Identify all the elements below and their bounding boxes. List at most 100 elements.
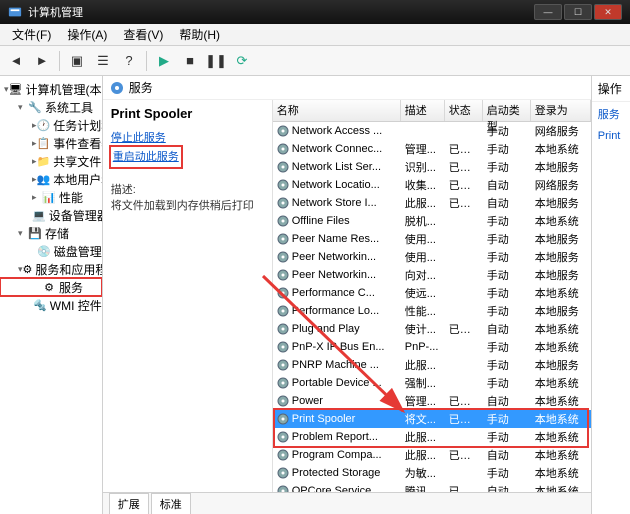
tree-system-tools[interactable]: ▾🔧系统工具: [0, 98, 102, 116]
service-name: Program Compa...: [292, 449, 382, 461]
arrow-left-icon: ◄: [10, 53, 23, 68]
service-startup: 手动: [483, 357, 531, 373]
service-row[interactable]: Network Connec...管理...已启动手动本地系统: [273, 140, 591, 158]
actions-print[interactable]: Print: [592, 126, 630, 146]
service-row[interactable]: PNRP Machine ...此服...手动本地服务: [273, 356, 591, 374]
service-desc: 脱机...: [401, 213, 445, 229]
service-row[interactable]: Performance C...使远...手动本地系统: [273, 284, 591, 302]
gear-icon: [277, 287, 289, 299]
minimize-button[interactable]: —: [534, 4, 562, 20]
desc-label: 描述:: [111, 181, 264, 197]
restart-icon: ⟳: [237, 53, 248, 69]
stop-service-link[interactable]: 停止此服务: [111, 129, 264, 145]
gear-icon: [277, 431, 289, 443]
service-row[interactable]: Plug and Play使计...已启动自动本地系统: [273, 320, 591, 338]
close-button[interactable]: ✕: [594, 4, 622, 20]
service-name: QPCore Service: [292, 485, 371, 492]
pause-button[interactable]: ❚❚: [204, 49, 228, 73]
service-name: Network Access ...: [292, 125, 382, 137]
tree-services[interactable]: ⚙服务: [0, 278, 102, 296]
service-row[interactable]: Peer Networkin...使用...手动本地服务: [273, 248, 591, 266]
menu-help[interactable]: 帮助(H): [171, 26, 228, 43]
menu-view[interactable]: 查看(V): [115, 26, 171, 43]
service-row[interactable]: Print Spooler将文...已启动手动本地系统: [273, 410, 591, 428]
tree-device-manager[interactable]: 💻设备管理器: [0, 206, 102, 224]
service-desc: 此服...: [401, 429, 445, 445]
service-logon: 本地系统: [531, 339, 591, 355]
service-row[interactable]: Power管理...已启动自动本地系统: [273, 392, 591, 410]
gear-icon: [277, 485, 289, 492]
service-logon: 本地系统: [531, 393, 591, 409]
restart-button[interactable]: ⟳: [230, 49, 254, 73]
tree-shared-folders[interactable]: ▸📁共享文件夹: [0, 152, 102, 170]
actions-services[interactable]: 服务: [592, 102, 630, 126]
selected-service-name: Print Spooler: [111, 106, 264, 121]
list-header[interactable]: 名称 描述 状态 启动类型 登录为: [273, 100, 591, 122]
col-logon[interactable]: 登录为: [531, 100, 591, 121]
service-row[interactable]: Problem Report...此服...手动本地系统: [273, 428, 591, 446]
tree-root[interactable]: ▾🖥计算机管理(本地): [0, 80, 102, 98]
tree-task-scheduler[interactable]: ▸🕐任务计划程序: [0, 116, 102, 134]
service-row[interactable]: Network Store I...此服...已启动自动本地服务: [273, 194, 591, 212]
tree-local-users[interactable]: ▸👥本地用户和组: [0, 170, 102, 188]
properties-button[interactable]: ☰: [91, 49, 115, 73]
service-row[interactable]: Network Locatio...收集...已启动自动网络服务: [273, 176, 591, 194]
restart-service-link[interactable]: 重启动此服务: [113, 148, 179, 164]
service-logon: 本地系统: [531, 483, 591, 492]
stop-button[interactable]: ■: [178, 49, 202, 73]
menu-action[interactable]: 操作(A): [59, 26, 115, 43]
service-row[interactable]: Program Compa...此服...已启动自动本地系统: [273, 446, 591, 464]
service-row[interactable]: Network List Ser...识别...已启动手动本地服务: [273, 158, 591, 176]
maximize-button[interactable]: ☐: [564, 4, 592, 20]
folder-icon: 📁: [37, 154, 51, 168]
service-logon: 本地服务: [531, 195, 591, 211]
col-status[interactable]: 状态: [445, 100, 483, 121]
play-button[interactable]: ▶: [152, 49, 176, 73]
refresh-button[interactable]: ?: [117, 49, 141, 73]
play-icon: ▶: [159, 53, 169, 69]
service-row[interactable]: Network Access ...手动网络服务: [273, 122, 591, 140]
tree-wmi[interactable]: 🔩WMI 控件: [0, 296, 102, 314]
service-row[interactable]: Offline Files脱机...手动本地系统: [273, 212, 591, 230]
service-name: Peer Name Res...: [292, 233, 379, 245]
services-list[interactable]: 名称 描述 状态 启动类型 登录为 Network Access ...手动网络…: [273, 100, 591, 492]
service-row[interactable]: Portable Device ...强制...手动本地系统: [273, 374, 591, 392]
back-button[interactable]: ◄: [4, 49, 28, 73]
tree-services-apps[interactable]: ▾⚙服务和应用程序: [0, 260, 102, 278]
tree-storage[interactable]: ▾💾存储: [0, 224, 102, 242]
service-startup: 手动: [483, 213, 531, 229]
col-name[interactable]: 名称: [273, 100, 401, 121]
tools-icon: 🔧: [28, 100, 42, 114]
service-row[interactable]: Peer Name Res...使用...手动本地服务: [273, 230, 591, 248]
gear-icon: [277, 233, 289, 245]
service-logon: 本地系统: [531, 213, 591, 229]
service-startup: 自动: [483, 321, 531, 337]
service-logon: 本地服务: [531, 159, 591, 175]
service-desc: 性能...: [401, 303, 445, 319]
service-row[interactable]: Peer Networkin...向对...手动本地服务: [273, 266, 591, 284]
app-icon: [8, 5, 22, 19]
service-startup: 手动: [483, 375, 531, 391]
up-button[interactable]: ▣: [65, 49, 89, 73]
menu-file[interactable]: 文件(F): [4, 26, 59, 43]
service-desc: 此服...: [401, 195, 445, 211]
tab-extended[interactable]: 扩展: [109, 493, 149, 514]
center-header: 服务: [103, 76, 591, 100]
forward-button[interactable]: ►: [30, 49, 54, 73]
service-name: Problem Report...: [292, 431, 378, 443]
tree-event-viewer[interactable]: ▸📋事件查看器: [0, 134, 102, 152]
service-logon: 网络服务: [531, 123, 591, 139]
col-desc[interactable]: 描述: [401, 100, 445, 121]
service-startup: 手动: [483, 339, 531, 355]
service-row[interactable]: QPCore Service腾讯...已启动自动本地系统: [273, 482, 591, 492]
service-startup: 手动: [483, 159, 531, 175]
tree-disk-mgmt[interactable]: 💿磁盘管理: [0, 242, 102, 260]
service-row[interactable]: Protected Storage为敏...手动本地系统: [273, 464, 591, 482]
service-row[interactable]: PnP-X IP Bus En...PnP-...手动本地系统: [273, 338, 591, 356]
tree-performance[interactable]: ▸📊性能: [0, 188, 102, 206]
tab-standard[interactable]: 标准: [151, 493, 191, 514]
col-startup[interactable]: 启动类型: [483, 100, 531, 121]
service-logon: 本地系统: [531, 465, 591, 481]
service-row[interactable]: Performance Lo...性能...手动本地服务: [273, 302, 591, 320]
nav-tree[interactable]: ▾🖥计算机管理(本地) ▾🔧系统工具 ▸🕐任务计划程序 ▸📋事件查看器 ▸📁共享…: [0, 76, 103, 514]
